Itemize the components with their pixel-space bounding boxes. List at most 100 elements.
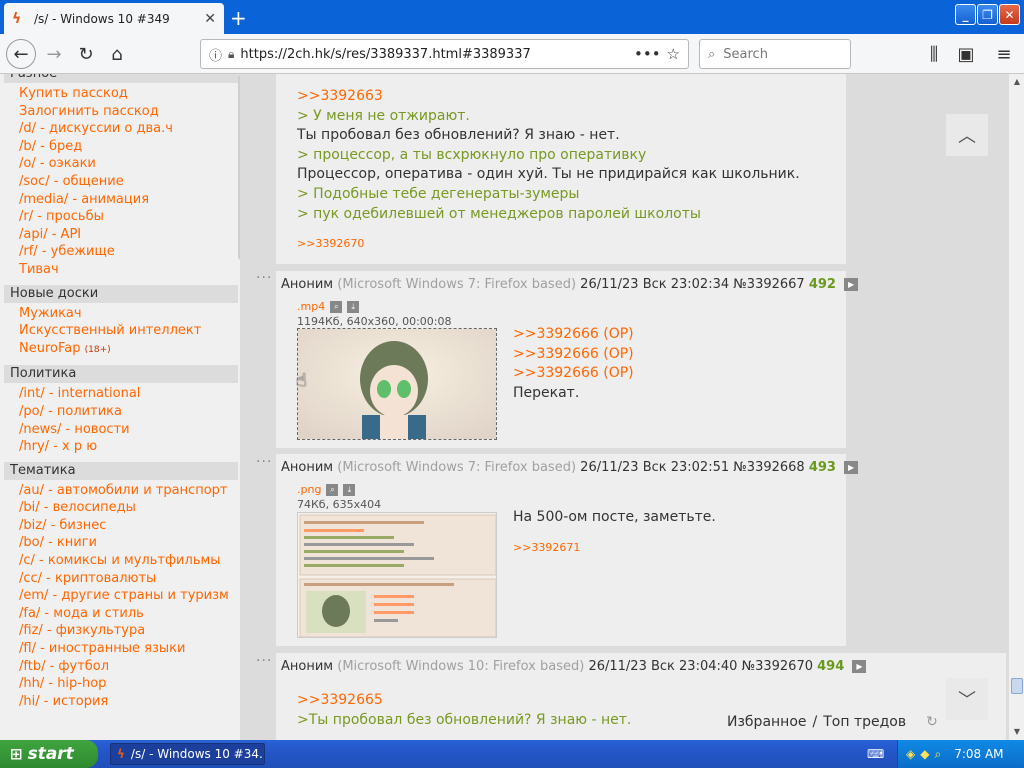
tab-close-button[interactable]: ✕	[204, 11, 216, 27]
section-header-politics: Политика	[4, 365, 238, 384]
sidebar-item[interactable]: /c/ - комиксы и мультфильмы	[19, 552, 240, 570]
sidebar-item[interactable]: /fa/ - мода и стиль	[19, 605, 240, 623]
sidebar-item[interactable]: Тивач	[19, 261, 240, 279]
forward-button[interactable]: →	[40, 40, 68, 68]
post-ref-link[interactable]: >>3392665	[297, 691, 631, 711]
scrollbar-thumb[interactable]	[1011, 678, 1023, 694]
sidebar-item[interactable]: /hry/ - х р ю	[19, 438, 240, 456]
sidebar-item[interactable]: /d/ - дискуссии о два.ч	[19, 120, 240, 138]
sidebar-item[interactable]: /cc/ - криптовалюты	[19, 570, 240, 588]
play-icon[interactable]: ▶	[844, 461, 859, 474]
sidebar-item[interactable]: Залогинить пасскод	[19, 103, 240, 121]
sidebar-item[interactable]: /news/ - новости	[19, 421, 240, 439]
section-header-new-boards: Новые доски	[4, 284, 238, 303]
sidebar-item[interactable]: /rf/ - убежище	[19, 243, 240, 261]
post-body: >>3392663 > У меня не отжирают. Ты пробо…	[297, 87, 800, 251]
sidebar-item[interactable]: /int/ - international	[19, 385, 240, 403]
post-menu-button[interactable]: ···	[256, 653, 272, 669]
lock-icon[interactable]: 🔒︎	[228, 47, 234, 62]
file-link[interactable]: .mp4	[297, 300, 325, 313]
sidebar-item[interactable]: /fiz/ - физкультура	[19, 622, 240, 640]
sidebar-item[interactable]: /hh/ - hip-hop	[19, 675, 240, 693]
scroll-down-button[interactable]: ﹀	[946, 678, 988, 720]
sidebar-item[interactable]: /soc/ - общение	[19, 173, 240, 191]
download-icon[interactable]: ⤓	[347, 300, 360, 313]
sidebar-item[interactable]: /biz/ - бизнес	[19, 517, 240, 535]
reload-button[interactable]: ↻	[72, 40, 100, 68]
sidebar-item[interactable]: /fl/ - иностранные языки	[19, 640, 240, 658]
sidebar-item-neurofap[interactable]: NeuroFap (18+)	[19, 340, 240, 360]
post-menu-button[interactable]: ···	[256, 454, 272, 470]
reply-link[interactable]: >>3392670	[297, 237, 364, 250]
post-text: Перекат.	[513, 384, 580, 401]
new-tab-button[interactable]: +	[230, 6, 247, 30]
play-icon[interactable]: ▶	[844, 278, 859, 291]
sidebar-item[interactable]: /api/ - API	[19, 226, 240, 244]
sidebar-item[interactable]: /hi/ - история	[19, 693, 240, 711]
section-list-new-boards: Мужикач Искусственный интеллект NeuroFap…	[0, 303, 240, 366]
search-image-icon[interactable]: ⌕	[326, 483, 339, 496]
search-input[interactable]: ⌕ Search	[699, 39, 851, 69]
clock[interactable]: 7:08 AM	[954, 747, 1003, 761]
search-icon[interactable]: ⌕	[934, 747, 941, 762]
star-icon[interactable]: ☆	[667, 45, 680, 63]
scroll-down-icon[interactable]: ▼	[1010, 724, 1024, 740]
network-icon[interactable]: ◆	[920, 747, 929, 761]
url-bar[interactable]: ⓘ 🔒︎ https://2ch.hk/s/res/3389337.html#3…	[200, 39, 689, 69]
sidebar-toggle-button[interactable]: ▣	[952, 40, 980, 68]
page-content: Разное Купить пасскод Залогинить пасскод…	[0, 74, 1008, 740]
post-menu-button[interactable]: ···	[256, 270, 272, 286]
sidebar-item[interactable]: /o/ - оэкаки	[19, 155, 240, 173]
scroll-up-icon[interactable]: ▲	[1010, 74, 1024, 90]
tab-active[interactable]: ϟ /s/ - Windows 10 #349 ✕	[4, 3, 224, 34]
post-ref-link[interactable]: >>3392666 (OP)	[513, 364, 634, 384]
start-button[interactable]: ⊞ start	[0, 740, 98, 768]
back-button[interactable]: ←	[6, 39, 36, 69]
menu-button[interactable]: ≡	[990, 40, 1018, 68]
post-ref-link[interactable]: >>3392666 (OP)	[513, 345, 634, 365]
top-threads-link[interactable]: Топ тредов	[823, 714, 906, 730]
reply-link[interactable]: >>3392671	[513, 541, 580, 554]
keyboard-icon[interactable]: ⌨	[867, 747, 884, 761]
dots-icon[interactable]: •••	[634, 45, 661, 63]
sidebar-item[interactable]: Купить пасскод	[19, 85, 240, 103]
refresh-icon[interactable]: ↻	[926, 714, 938, 730]
sidebar-item[interactable]: /ftb/ - футбол	[19, 658, 240, 676]
sidebar-item[interactable]: Мужикач	[19, 305, 240, 323]
video-thumbnail[interactable]	[297, 328, 497, 440]
sidebar-item[interactable]: Искусственный интеллект	[19, 322, 240, 340]
post-number[interactable]: №3392668	[733, 460, 804, 475]
taskbar-item-firefox[interactable]: ϟ /s/ - Windows 10 #34...	[110, 743, 265, 765]
sidebar-item[interactable]: /bo/ - книги	[19, 534, 240, 552]
post-ref-link[interactable]: >>3392663	[297, 87, 800, 107]
play-icon[interactable]: ▶	[852, 660, 867, 673]
info-icon[interactable]: ⓘ	[209, 45, 222, 64]
download-icon[interactable]: ⤓	[343, 483, 356, 496]
search-image-icon[interactable]: ⌕	[330, 300, 343, 313]
image-thumbnail[interactable]	[297, 512, 497, 638]
minimize-button[interactable]: _	[955, 4, 976, 25]
sidebar-item[interactable]: /au/ - автомобили и транспорт	[19, 482, 240, 500]
library-button[interactable]: ⫼	[920, 40, 948, 68]
file-link[interactable]: .png	[297, 483, 321, 496]
post-number[interactable]: №3392670	[742, 659, 813, 674]
maximize-button[interactable]: ❐	[977, 4, 998, 25]
favorites-link[interactable]: Избранное	[727, 714, 807, 730]
close-window-button[interactable]: ✕	[999, 4, 1020, 25]
post-number[interactable]: №3392667	[733, 277, 804, 292]
chevron-down-icon: ﹀	[958, 690, 976, 711]
home-button[interactable]: ⌂	[103, 40, 131, 68]
sidebar-item[interactable]: /em/ - другие страны и туризм	[19, 587, 240, 605]
url-text[interactable]: https://2ch.hk/s/res/3389337.html#338933…	[240, 47, 628, 62]
sidebar-item[interactable]: /po/ - политика	[19, 403, 240, 421]
sidebar-item[interactable]: /r/ - просьбы	[19, 208, 240, 226]
sidebar-scrollbar[interactable]	[238, 74, 240, 260]
scroll-up-button[interactable]: ︿	[946, 114, 988, 156]
sidebar-item[interactable]: /media/ - анимация	[19, 191, 240, 209]
shield-icon[interactable]: ◈	[906, 747, 915, 761]
sidebar-item[interactable]: /b/ - бред	[19, 138, 240, 156]
page-scrollbar[interactable]: ▲ ▼	[1008, 74, 1024, 740]
sidebar-item[interactable]: /bi/ - велосипеды	[19, 499, 240, 517]
sidebar-item-label[interactable]: NeuroFap	[19, 341, 80, 356]
post-ref-link[interactable]: >>3392666 (OP)	[513, 325, 634, 345]
